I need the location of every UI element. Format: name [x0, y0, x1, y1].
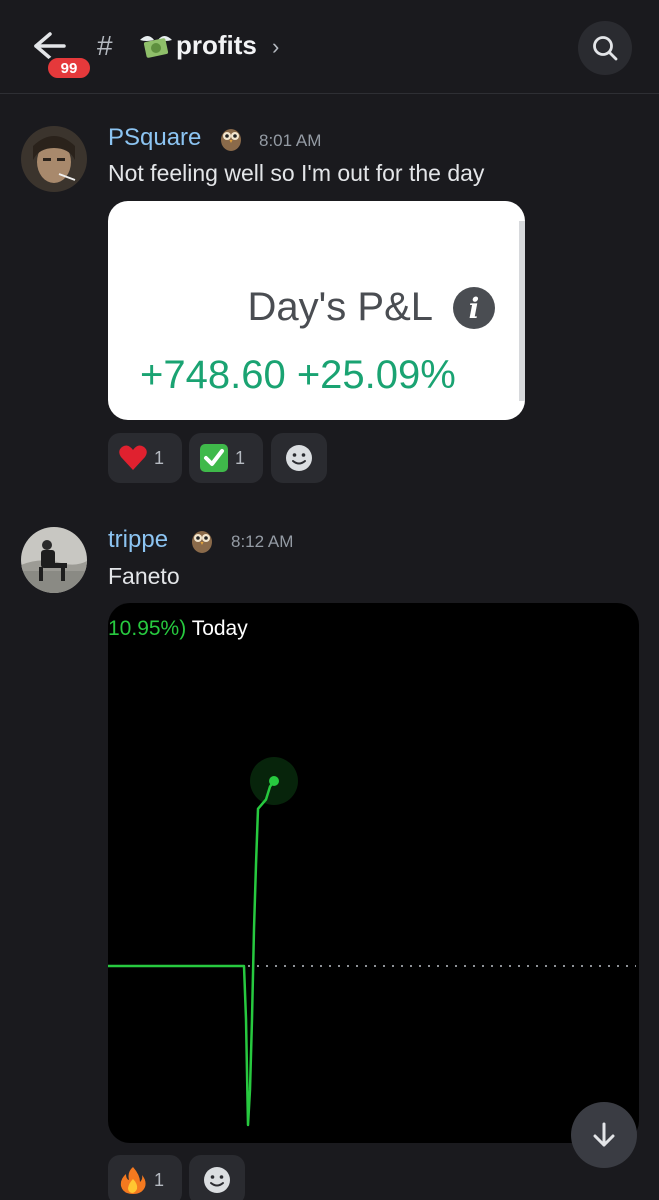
reaction-check[interactable]: 1 [189, 433, 263, 483]
arrow-down-icon [593, 1122, 615, 1147]
last-point [269, 776, 279, 786]
image-attachment[interactable]: Day's P&L i +748.60 +25.09% [108, 201, 525, 420]
pl-label: Day's P&L [247, 285, 434, 329]
owl-icon [221, 129, 241, 151]
unread-badge: 99 [45, 55, 93, 81]
reaction-fire[interactable]: 1 [108, 1155, 182, 1200]
message-text: Not feeling well so I'm out for the day [108, 160, 485, 186]
chevron-right-icon[interactable]: › [272, 34, 279, 60]
search-button[interactable] [578, 21, 632, 75]
avatar[interactable] [21, 126, 87, 192]
image-attachment[interactable]: 10.95%) Today [108, 603, 639, 1143]
message-username[interactable]: trippe [108, 526, 168, 554]
message-text: Faneto [108, 563, 180, 589]
reaction-heart[interactable]: 1 [108, 433, 182, 483]
smiley-icon [204, 1167, 230, 1193]
channel-hash-icon: # [97, 30, 113, 61]
channel-header: 99 # profits › [0, 0, 659, 94]
message-timestamp: 8:12 AM [231, 532, 294, 551]
price-line [108, 780, 276, 1127]
add-reaction-button[interactable] [189, 1155, 245, 1200]
channel-name[interactable]: profits [176, 30, 257, 61]
image-edge [519, 221, 525, 401]
avatar[interactable] [21, 527, 87, 593]
money-with-wings-icon [140, 36, 172, 58]
info-icon: i [453, 287, 495, 329]
reaction-count: 1 [154, 1169, 165, 1190]
pl-value: +748.60 +25.09% [140, 353, 456, 397]
fire-icon [120, 1167, 146, 1194]
check-mark-button-icon [200, 444, 228, 472]
scroll-to-bottom-button[interactable] [571, 1102, 637, 1168]
red-heart-icon [119, 445, 147, 470]
price-chart [108, 757, 636, 1127]
owl-icon [192, 531, 212, 553]
message-timestamp: 8:01 AM [259, 131, 322, 150]
add-reaction-button[interactable] [271, 433, 327, 483]
message-username[interactable]: PSquare [108, 124, 201, 152]
reaction-count: 1 [154, 447, 165, 468]
reaction-count: 1 [235, 447, 246, 468]
search-icon [593, 36, 618, 61]
smiley-icon [286, 445, 312, 471]
